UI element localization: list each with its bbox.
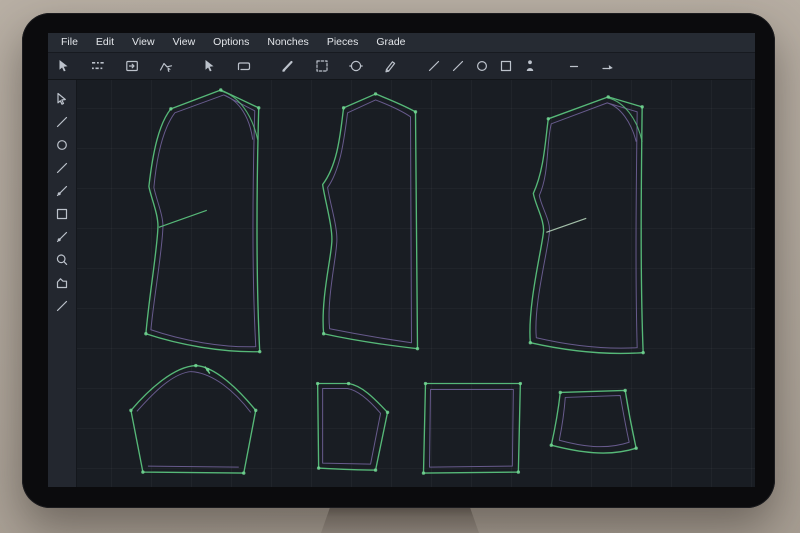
menu-item-view-2[interactable]: View — [164, 33, 205, 52]
workpiece-button[interactable] — [232, 55, 256, 77]
point-line-2-icon — [56, 231, 68, 242]
seam-line — [428, 388, 514, 468]
mannequin-icon — [526, 60, 534, 71]
seam-line — [535, 102, 638, 349]
notch-dash-icon — [569, 65, 579, 68]
seam-allowance-icon — [602, 65, 613, 70]
seam-line — [558, 394, 630, 448]
arrow-tool-icon — [205, 60, 214, 72]
line-tool-button[interactable] — [422, 55, 446, 77]
line-3-icon — [56, 300, 68, 311]
seam-line — [150, 94, 257, 348]
vertex-dots — [129, 363, 258, 475]
monitor-stand — [321, 506, 479, 533]
cursor-icon — [57, 92, 66, 105]
union-tool-button[interactable] — [154, 55, 178, 77]
pen-line-icon — [282, 60, 293, 72]
circle-side-button[interactable] — [52, 135, 72, 154]
mannequin-button[interactable] — [518, 55, 542, 77]
notch-dash-button[interactable] — [562, 55, 586, 77]
line-tool-2-button[interactable] — [446, 55, 470, 77]
menu-item-options[interactable]: Options — [204, 33, 258, 52]
export-piece-button[interactable] — [120, 55, 144, 77]
line-side-2-button[interactable] — [52, 158, 72, 177]
cut-line — [422, 382, 522, 474]
menu-bar: File Edit View View Options Nonches Piec… — [48, 33, 755, 53]
seam-allowance-button[interactable] — [596, 55, 620, 77]
export-piece-icon — [126, 60, 138, 72]
menu-item-grade[interactable]: Grade — [367, 33, 414, 52]
workpiece-shape-button[interactable] — [52, 273, 72, 292]
vertex-dots — [321, 92, 420, 351]
menu-item-edit[interactable]: Edit — [87, 33, 123, 52]
rotate-tool-icon — [349, 60, 363, 72]
pattern-piece-panel-square[interactable] — [421, 381, 523, 475]
rect-icon — [56, 208, 68, 219]
rect-tool-icon — [500, 60, 512, 72]
rect-side-button[interactable] — [52, 204, 72, 223]
vertex-dots — [421, 381, 523, 475]
arrow-tool-button[interactable] — [198, 55, 222, 77]
pencil-icon — [385, 61, 396, 73]
point-line-button[interactable] — [52, 181, 72, 200]
pattern-piece-cuff[interactable] — [549, 388, 638, 454]
cut-line — [316, 382, 389, 471]
point-line-2-button[interactable] — [52, 227, 72, 246]
main-area — [48, 80, 755, 487]
menu-item-nonches[interactable]: Nonches — [258, 33, 317, 52]
select-arrow-icon — [59, 60, 68, 72]
pattern-piece-sleeve-large[interactable] — [129, 363, 258, 475]
pattern-piece-bodice-front-right[interactable] — [528, 95, 645, 355]
pattern-canvas[interactable] — [77, 80, 755, 487]
magnifier-icon — [56, 253, 68, 265]
workpiece-icon — [237, 62, 251, 71]
pattern-drawing — [129, 88, 645, 475]
pattern-app-window: File Edit View View Options Nonches Piec… — [48, 33, 755, 487]
circle-tool-icon — [476, 60, 488, 72]
selection-area-button[interactable] — [310, 55, 334, 77]
line-2-icon — [56, 162, 68, 173]
zoom-scale-icon — [92, 62, 104, 70]
menu-item-pieces[interactable]: Pieces — [318, 33, 368, 52]
magnifier-button[interactable] — [52, 250, 72, 269]
tool-sidebar — [48, 80, 77, 487]
pencil-button[interactable] — [378, 55, 402, 77]
cut-line — [321, 93, 419, 350]
line-side-3-button[interactable] — [52, 296, 72, 315]
menu-item-view[interactable]: View — [123, 33, 164, 52]
rotate-tool-button[interactable] — [344, 55, 368, 77]
workpiece-shape-icon — [56, 277, 68, 288]
line-tool-2-icon — [452, 60, 464, 72]
union-tool-icon — [159, 62, 173, 72]
select-arrow-button[interactable] — [52, 55, 76, 77]
circle-tool-button[interactable] — [470, 55, 494, 77]
vertex-dots — [144, 88, 262, 354]
line-tool-icon — [428, 60, 440, 72]
circle-icon — [57, 139, 67, 150]
pen-line-button[interactable] — [276, 55, 300, 77]
menu-item-file[interactable]: File — [52, 33, 87, 52]
pattern-piece-sleeve-small[interactable] — [315, 381, 390, 472]
dart-line — [158, 209, 208, 228]
point-line-icon — [56, 185, 68, 196]
zoom-scale-button[interactable] — [86, 55, 110, 77]
rect-tool-button[interactable] — [494, 55, 518, 77]
selection-area-icon — [316, 60, 328, 72]
pattern-piece-bodice-front-left[interactable] — [144, 88, 262, 354]
monitor-frame: File Edit View View Options Nonches Piec… — [22, 13, 775, 508]
cursor-tool-button[interactable] — [52, 89, 72, 108]
line-icon — [56, 116, 68, 127]
cut-line — [130, 364, 257, 474]
toolbar — [48, 53, 755, 80]
dart-line — [546, 217, 587, 233]
pattern-piece-bodice-back[interactable] — [321, 92, 420, 351]
line-side-button[interactable] — [52, 112, 72, 131]
cut-line — [529, 96, 644, 355]
seam-line — [322, 387, 382, 465]
cut-line — [145, 89, 261, 353]
